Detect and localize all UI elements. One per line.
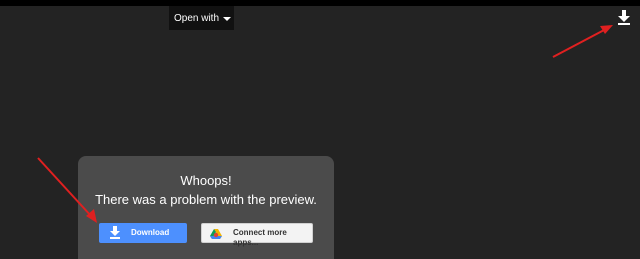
error-title: Whoops! [180, 173, 232, 188]
download-label: Download [131, 228, 170, 237]
download-icon [110, 226, 120, 239]
google-drive-icon [210, 229, 222, 239]
open-with-button[interactable]: Open with [169, 6, 234, 30]
red-arrow-top-right [552, 25, 613, 58]
download-icon [618, 10, 630, 25]
preview-error-dialog: Whoops! There was a problem with the pre… [78, 156, 334, 259]
download-button[interactable]: Download [99, 223, 187, 243]
connect-more-apps-label: Connect more apps... [233, 228, 287, 247]
download-button-top[interactable] [615, 8, 633, 28]
error-message: Whoops! There was a problem with the pre… [78, 171, 334, 209]
connect-more-apps-button[interactable]: Connect more apps... [201, 223, 313, 247]
caret-down-icon [223, 16, 232, 21]
top-bar [0, 0, 640, 6]
open-with-label: Open with [173, 12, 220, 24]
error-description: There was a problem with the preview. [95, 192, 317, 207]
